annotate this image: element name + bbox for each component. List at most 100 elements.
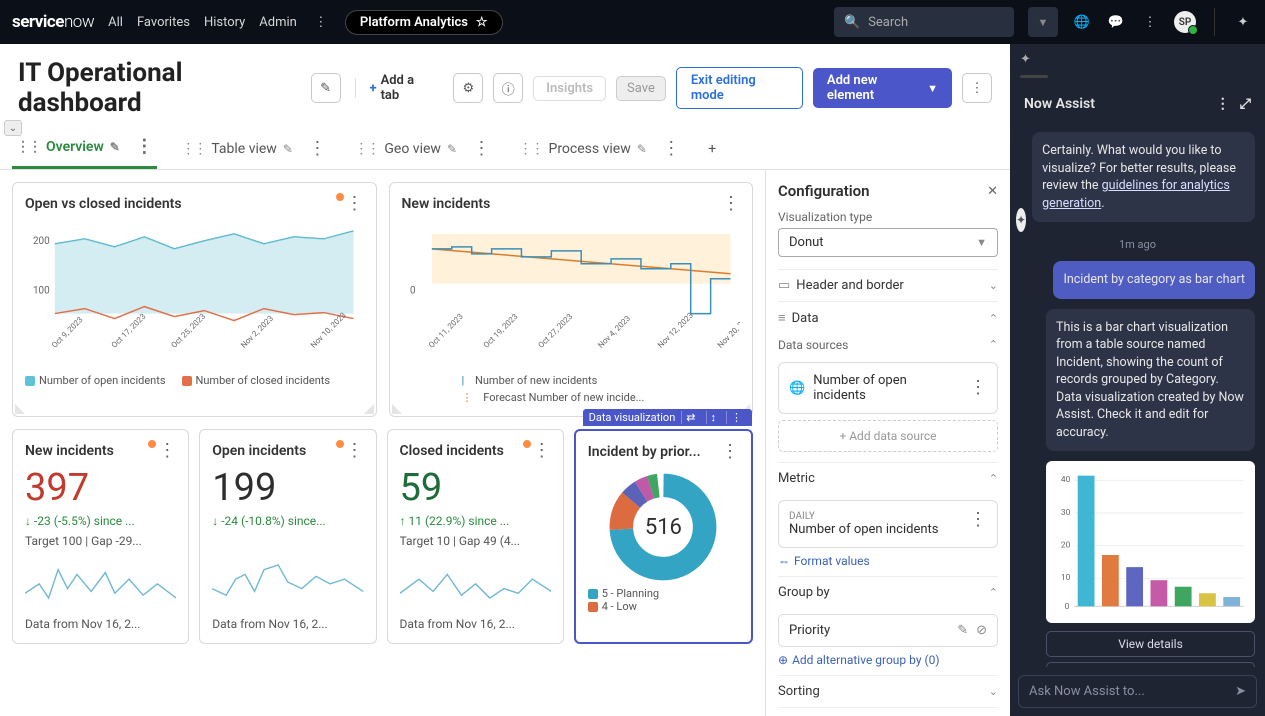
drag-handle-icon[interactable]: ⋮⋮ — [16, 139, 40, 155]
card-title: New incidents — [402, 196, 491, 212]
card-title: Closed incidents — [400, 443, 504, 459]
chevron-down-icon: ⌄ — [989, 279, 998, 292]
viz-swap-icon[interactable]: ⇄ — [681, 411, 699, 424]
drag-handle-icon[interactable]: ⋮⋮ — [181, 141, 205, 157]
card-more-icon[interactable]: ⋮ — [722, 195, 740, 213]
assist-more-icon[interactable]: ⋮ — [1216, 96, 1230, 112]
metric-more-icon[interactable]: ⋮ — [969, 511, 987, 529]
star-icon[interactable]: ☆ — [476, 15, 488, 30]
viz-type-select[interactable]: Donut ▼ — [778, 228, 998, 257]
pencil-icon[interactable]: ✎ — [283, 142, 293, 156]
save-button[interactable]: Save — [616, 76, 666, 101]
edit-title-button[interactable]: ✎ — [311, 73, 341, 103]
tab-table-view[interactable]: ⋮⋮ Table view ✎ ⋮ — [177, 130, 330, 168]
tab-geo-view[interactable]: ⋮⋮ Geo view ✎ ⋮ — [350, 130, 494, 168]
sparkline — [400, 554, 551, 609]
card-title: Open incidents — [212, 443, 306, 459]
logo[interactable]: servicenow — [12, 12, 94, 32]
card-new-incidents-trend[interactable]: New incidents ⋮ 0 Oct 11, 2023 Oct 19, 2… — [389, 182, 754, 417]
section-daterange[interactable]: Date range ⌄ — [778, 707, 998, 716]
assist-message: Certainly. What would you like to visual… — [1032, 132, 1255, 222]
card-more-icon[interactable]: ⋮ — [533, 442, 551, 460]
chat-icon[interactable]: 💬 — [1106, 15, 1126, 30]
tab-more-icon[interactable]: ⋮ — [662, 140, 680, 158]
send-icon[interactable]: ➤ — [1235, 684, 1246, 699]
dashboard-collapse-toggle[interactable]: ⌄ — [4, 120, 22, 136]
card-score-new[interactable]: New incidents⋮ 397 ↓ -23 (-5.5%) since .… — [12, 429, 189, 644]
chevron-up-icon[interactable]: ⌃ — [989, 338, 998, 352]
pencil-icon[interactable]: ✎ — [110, 140, 120, 154]
globe-icon[interactable]: 🌐 — [1072, 15, 1092, 30]
section-groupby[interactable]: Group by ⌃ — [778, 576, 998, 608]
tab-more-icon[interactable]: ⋮ — [472, 140, 490, 158]
card-more-icon[interactable]: ⋮ — [158, 442, 176, 460]
assist-input[interactable]: Ask Now Assist to... ➤ — [1018, 675, 1257, 708]
nav-all[interactable]: All — [108, 15, 123, 30]
tab-overview[interactable]: ⋮⋮ Overview ✎ ⋮ — [12, 128, 157, 169]
view-details-button[interactable]: View details — [1046, 631, 1255, 657]
groupby-field[interactable]: Priority ✎ ⊘ — [778, 614, 998, 647]
tab-more-icon[interactable]: ⋮ — [135, 138, 153, 156]
metric-card[interactable]: DAILY Number of open incidents ⋮ — [778, 500, 998, 548]
add-data-source-button[interactable]: + Add data source — [778, 420, 998, 452]
settings-button[interactable]: ⚙ — [453, 73, 483, 103]
section-metric[interactable]: Metric ⌃ — [778, 462, 998, 494]
card-open-vs-closed[interactable]: Open vs closed incidents ⋮ 200 100 Oct 9… — [12, 182, 377, 417]
tab-more-icon[interactable]: ⋮ — [308, 140, 326, 158]
ds-more-icon[interactable]: ⋮ — [969, 379, 987, 397]
nav-history[interactable]: History — [204, 15, 245, 30]
card-score-open[interactable]: Open incidents⋮ 199 ↓ -24 (-10.8%) since… — [199, 429, 376, 644]
add-new-label: Add new element — [827, 73, 923, 103]
more-icon[interactable]: ⋮ — [1140, 15, 1160, 30]
close-icon[interactable]: ✕ — [987, 184, 998, 199]
card-score-closed[interactable]: Closed incidents⋮ 59 ↑ 11 (22.9%) since … — [387, 429, 564, 644]
add-new-element-button[interactable]: Add new element▼ — [813, 68, 952, 108]
format-values-link[interactable]: ⇔Format values — [778, 554, 998, 568]
svg-text:30: 30 — [1061, 508, 1071, 518]
assist-spark-icon[interactable]: ✦ — [1020, 52, 1031, 67]
assist-expand-icon[interactable]: ⤢ — [1240, 96, 1251, 112]
pencil-icon[interactable]: ✎ — [637, 142, 647, 156]
header-more-button[interactable]: ⋮ — [962, 73, 992, 103]
legend-label: 4 - Low — [602, 600, 637, 613]
global-search[interactable]: 🔍 Search — [834, 7, 1014, 37]
add-alt-groupby-link[interactable]: ⊕Add alternative group by (0) — [778, 653, 998, 667]
viz-reorder-icon[interactable]: ↕ — [706, 411, 721, 424]
search-dropdown[interactable]: ▼ — [1028, 7, 1058, 37]
add-tab-label: Add a tab — [381, 73, 434, 103]
viz-type-value: Donut — [789, 235, 824, 250]
data-source-card[interactable]: 🌐 Number of open incidents ⋮ — [778, 362, 998, 414]
assist-spark-icon[interactable]: ✦ — [1233, 15, 1253, 30]
section-header-border[interactable]: ▭Header and border ⌄ — [778, 269, 998, 301]
tab-label: Overview — [46, 139, 104, 155]
remove-icon[interactable]: ⊘ — [976, 623, 987, 638]
add-to-dashboard-button[interactable]: Add to dashboard — [1046, 662, 1255, 667]
section-label: Data — [792, 311, 819, 326]
viz-more-icon[interactable]: ⋮ — [726, 411, 746, 424]
insights-button[interactable]: Insights — [533, 76, 606, 101]
add-tab-button[interactable]: +Add a tab — [369, 73, 433, 103]
nav-favorites[interactable]: Favorites — [137, 15, 190, 30]
globe-icon: 🌐 — [789, 381, 805, 396]
card-more-icon[interactable]: ⋮ — [721, 443, 739, 461]
user-avatar[interactable]: SP — [1174, 11, 1196, 33]
exit-editing-button[interactable]: Exit editing mode — [676, 67, 803, 109]
add-tab-plus[interactable]: + — [704, 131, 720, 167]
tab-process-view[interactable]: ⋮⋮ Process view ✎ ⋮ — [514, 130, 684, 168]
score-target: Target 10 | Gap 49 (4... — [400, 534, 551, 548]
section-data[interactable]: ≡Data ⌃ — [778, 301, 998, 334]
nav-admin[interactable]: Admin — [259, 15, 297, 30]
platform-analytics-pill[interactable]: Platform Analytics ☆ — [345, 10, 503, 35]
assist-bot-avatar: ✦ — [1016, 208, 1026, 232]
drag-handle-icon[interactable]: ⋮⋮ — [518, 141, 542, 157]
message-time: 1m ago — [1020, 238, 1255, 251]
drag-handle-icon[interactable]: ⋮⋮ — [354, 141, 378, 157]
card-incident-by-priority[interactable]: Data visualization ⇄ ↕ ⋮ Incident by pri… — [574, 429, 753, 644]
info-button[interactable]: ⓘ — [493, 73, 523, 103]
card-more-icon[interactable]: ⋮ — [346, 195, 364, 213]
pencil-icon[interactable]: ✎ — [447, 142, 457, 156]
card-more-icon[interactable]: ⋮ — [346, 442, 364, 460]
pencil-icon[interactable]: ✎ — [957, 623, 968, 638]
nav-more-icon[interactable]: ⋮ — [311, 15, 331, 30]
section-sorting[interactable]: Sorting ⌄ — [778, 675, 998, 707]
